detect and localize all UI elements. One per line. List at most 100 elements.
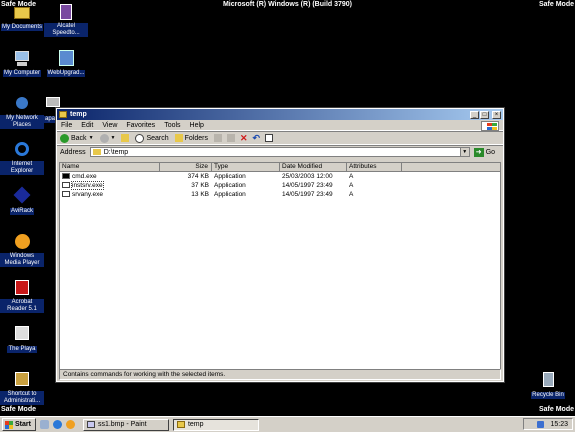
windows-flag-icon [5, 420, 13, 429]
column-header-size[interactable]: Size [160, 163, 212, 171]
desktop-icon-alcatel[interactable]: Alcatel Speedto... [44, 2, 88, 37]
folders-icon [174, 134, 183, 142]
folder-icon [92, 149, 101, 155]
menu-file[interactable]: File [61, 122, 72, 129]
file-type: Application [214, 191, 246, 198]
modem-icon [56, 2, 76, 22]
back-label: Back [71, 134, 87, 142]
file-row[interactable]: instsrv.exe 37 KB Application 14/05/1997… [60, 181, 500, 190]
explorer-window[interactable]: temp _ □ × File Edit View Favorites Tool… [55, 107, 505, 383]
undo-icon[interactable]: ↶ [253, 133, 261, 144]
file-row[interactable]: cmd.exe 374 KB Application 25/03/2003 12… [60, 172, 500, 181]
task-label: ss1.bmp - Paint [97, 421, 147, 428]
desktop-icon-label: Recycle Bin [531, 392, 565, 399]
task-label: temp [187, 421, 204, 428]
safe-mode-label-bottom-left: Safe Mode [1, 406, 37, 413]
desktop-icon-label: Acrobat Reader 5.1 [0, 299, 44, 313]
address-bar: Address D:\temp ▼ ➜ Go [57, 145, 503, 158]
task-button-paint[interactable]: ss1.bmp - Paint [82, 418, 169, 431]
system-tray: 15:23 [523, 418, 573, 430]
file-type: Application [214, 173, 246, 180]
column-header-date-modified[interactable]: Date Modified [280, 163, 347, 171]
forward-button[interactable]: ▼ [99, 133, 116, 143]
menu-tools[interactable]: Tools [164, 122, 180, 129]
folders-button[interactable]: Folders [174, 134, 208, 142]
address-dropdown-button[interactable]: ▼ [459, 148, 469, 156]
tray-status-icon[interactable] [537, 420, 545, 428]
application-icon [62, 182, 70, 189]
menu-favorites[interactable]: Favorites [126, 122, 155, 129]
menu-bar: File Edit View Favorites Tools Help [57, 120, 503, 131]
file-row[interactable]: srvany.exe 13 KB Application 14/05/1997 … [60, 190, 500, 199]
go-button[interactable]: ➜ Go [473, 147, 495, 157]
file-attributes: A [349, 182, 354, 189]
desktop-icon-acrobat-reader[interactable]: Acrobat Reader 5.1 [0, 278, 44, 313]
computer-icon [12, 48, 32, 68]
desktop-icon-the-playa[interactable]: The Playa [0, 324, 44, 353]
minimize-button[interactable]: _ [470, 110, 479, 119]
file-list[interactable]: Name Size Type Date Modified Attributes … [59, 162, 501, 370]
menu-view[interactable]: View [102, 122, 117, 129]
desktop-icon-internet-explorer[interactable]: Internet Explorer [0, 140, 44, 175]
desktop-icon-label: Internet Explorer [0, 161, 44, 175]
safe-mode-label-bottom-right: Safe Mode [538, 406, 574, 413]
show-desktop-icon[interactable] [39, 420, 49, 429]
desktop-icon-my-network-places[interactable]: My Network Places [0, 94, 44, 129]
internet-explorer-icon [12, 140, 32, 160]
desktop-icon-windows-media-player[interactable]: Windows Media Player [0, 232, 44, 267]
window-titlebar[interactable]: temp _ □ × [57, 109, 503, 120]
taskbar: Start ss1.bmp - Paint temp 15:23 [0, 416, 575, 432]
address-input[interactable]: D:\temp ▼ [89, 147, 470, 157]
dropdown-arrow-icon: ▼ [110, 135, 116, 141]
standard-toolbar: Back ▼ ▼ Search Folders ✕ ↶ [57, 131, 503, 145]
recycle-bin-icon [538, 370, 558, 390]
views-icon[interactable] [265, 134, 274, 142]
file-date: 14/05/1997 23:49 [282, 191, 333, 198]
move-to-icon[interactable] [214, 134, 222, 142]
desktop-icon-avirack[interactable]: AviRack [0, 186, 44, 215]
menu-edit[interactable]: Edit [81, 122, 93, 129]
web-upgrade-icon [56, 48, 76, 68]
start-button[interactable]: Start [2, 418, 36, 431]
folder-documents-icon [12, 2, 32, 22]
copy-to-icon[interactable] [227, 134, 235, 142]
menu-help[interactable]: Help [190, 122, 204, 129]
desktop-icon-label: Windows Media Player [0, 253, 44, 267]
desktop-icon-recycle-bin[interactable]: Recycle Bin [526, 370, 570, 399]
close-button[interactable]: × [492, 110, 501, 119]
media-player-icon[interactable] [65, 420, 75, 429]
search-button[interactable]: Search [135, 133, 169, 143]
desktop-icon-label: AviRack [10, 208, 34, 215]
console-app-icon [62, 173, 70, 180]
column-header-type[interactable]: Type [212, 163, 280, 171]
desktop-icon-my-documents[interactable]: My Documents [0, 2, 44, 31]
desktop-icon-label: WebUpgrad... [46, 70, 86, 77]
file-name: srvany.exe [72, 191, 103, 198]
back-button[interactable]: Back ▼ [60, 133, 94, 143]
desktop-icon-label: My Computer [2, 70, 41, 77]
up-button[interactable] [121, 134, 130, 142]
address-value: D:\temp [103, 148, 129, 156]
internet-explorer-icon[interactable] [52, 420, 62, 429]
windows-logo-icon [481, 121, 499, 131]
address-label: Address [60, 148, 86, 156]
column-header-attributes[interactable]: Attributes [347, 163, 402, 171]
clock[interactable]: 15:23 [550, 421, 568, 428]
maximize-button[interactable]: □ [480, 110, 489, 119]
acrobat-icon [12, 278, 32, 298]
desktop-icon-webupgrade[interactable]: WebUpgrad... [44, 48, 88, 77]
desktop-icon-my-computer[interactable]: My Computer [0, 48, 44, 77]
folder-icon [176, 421, 185, 428]
desktop-icon-admin-shortcut[interactable]: Shortcut to Administrati... [0, 370, 44, 405]
desktop-icon-label: Shortcut to Administrati... [0, 391, 44, 405]
status-bar: Contains commands for working with the s… [59, 369, 501, 380]
shortcut-icon [12, 370, 32, 390]
task-button-temp[interactable]: temp [172, 418, 259, 431]
desktop-icon-label: My Network Places [0, 115, 44, 129]
playa-icon [12, 324, 32, 344]
start-label: Start [15, 421, 31, 428]
column-header-name[interactable]: Name [60, 163, 160, 171]
delete-icon[interactable]: ✕ [240, 133, 248, 144]
file-size: 37 KB [191, 182, 209, 189]
quick-launch [39, 420, 79, 429]
